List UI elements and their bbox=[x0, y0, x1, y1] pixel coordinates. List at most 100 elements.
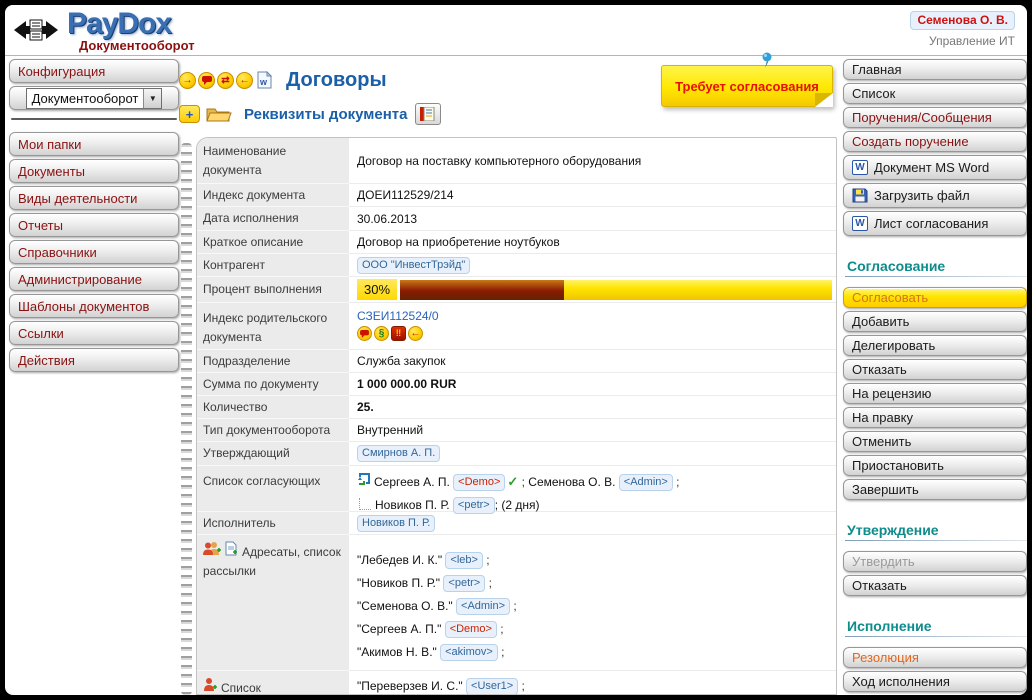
field-row-due-date: Дата исполнения 30.06.2013 bbox=[197, 207, 836, 231]
recipient-login-tag[interactable]: <leb> bbox=[445, 552, 483, 569]
section-title: Реквизиты документа bbox=[244, 106, 407, 123]
sidebar-item-directories[interactable]: Справочники bbox=[9, 240, 179, 264]
sidebar-item-label: Документы bbox=[18, 164, 85, 179]
recipient-login-tag[interactable]: <petr> bbox=[443, 575, 485, 592]
field-label: Подразделение bbox=[197, 350, 349, 373]
nav-msword-document-button[interactable]: W Документ MS Word bbox=[843, 155, 1027, 180]
execution-progress-button[interactable]: Ход исполнения bbox=[843, 671, 1027, 692]
nav-label: Создать поручение bbox=[852, 134, 969, 149]
status-note[interactable]: Требует согласования bbox=[661, 65, 833, 107]
field-row-amount: Сумма по документу 1 000 000.00 RUR bbox=[197, 373, 836, 396]
recipient-name: "Акимов Н. В." bbox=[357, 645, 437, 659]
comment-bubble-glyph bbox=[202, 76, 212, 85]
cancel-button[interactable]: Отменить bbox=[843, 431, 1027, 452]
dropdown-arrow-icon[interactable]: ▼ bbox=[143, 89, 161, 108]
back-arrow-icon[interactable]: ← bbox=[408, 326, 423, 341]
parent-index-link[interactable]: СЗЕИ112524/0 bbox=[357, 309, 439, 323]
nav-list-button[interactable]: Список bbox=[843, 83, 1027, 104]
field-value-parent-index: СЗЕИ112524/0 § ‼ ← bbox=[349, 303, 836, 350]
field-value-doc-index: ДОЕИ112529/214 bbox=[349, 184, 836, 207]
comment-icon[interactable] bbox=[357, 326, 372, 341]
recipient-name: "Семенова О. В." bbox=[357, 599, 453, 613]
agree-button[interactable]: Согласовать bbox=[843, 287, 1027, 308]
approver-tag[interactable]: Смирнов А. П. bbox=[357, 445, 440, 462]
field-label: Список согласующих bbox=[197, 466, 349, 512]
collapse-panel-button[interactable] bbox=[13, 13, 59, 47]
sidebar-item-my-folders[interactable]: Мои папки bbox=[9, 132, 179, 156]
sidebar-item-documents[interactable]: Документы bbox=[9, 159, 179, 183]
action-label: Резолюция bbox=[852, 650, 919, 665]
comment-bubble-glyph bbox=[360, 330, 369, 338]
nav-upload-file-button[interactable]: Загрузить файл bbox=[843, 183, 1027, 208]
field-label: Контрагент bbox=[197, 254, 349, 277]
acquaint-login-tag[interactable]: <User1> bbox=[466, 678, 518, 695]
word-doc-glyph: w bbox=[257, 71, 272, 89]
sidebar-item-administration[interactable]: Администрирование bbox=[9, 267, 179, 291]
delegate-button[interactable]: Делегировать bbox=[843, 335, 1027, 356]
field-value-agreers: Сергеев А. П. <Demo>✓ Семенова О. В. <Ad… bbox=[349, 466, 836, 512]
suspend-button[interactable]: Приостановить bbox=[843, 455, 1027, 476]
field-value-approver: Смирнов А. П. bbox=[349, 442, 836, 466]
sidebar-item-reports[interactable]: Отчеты bbox=[9, 213, 179, 237]
recipient-login-tag[interactable]: <Admin> bbox=[456, 598, 510, 615]
approved-check-icon: ✓ bbox=[507, 474, 518, 489]
field-value-document-name: Договор на поставку компьютерного оборуд… bbox=[349, 138, 836, 184]
back-arrow-icon[interactable]: ← bbox=[236, 72, 253, 89]
field-label: Сумма по документу bbox=[197, 373, 349, 396]
agreer-login-tag[interactable]: <Admin> bbox=[619, 474, 673, 491]
refresh-icon[interactable]: ⇄ bbox=[217, 72, 234, 89]
nav-home-button[interactable]: Главная bbox=[843, 59, 1027, 80]
add-person-icon[interactable] bbox=[203, 677, 218, 692]
recipient-name: "Лебедев И. К." bbox=[357, 553, 442, 567]
current-user-badge[interactable]: Семенова О. В. bbox=[910, 11, 1015, 30]
section-heading-agreement: Согласование bbox=[847, 258, 1025, 274]
field-row-executor: Исполнитель Новиков П. Р. bbox=[197, 512, 836, 535]
configuration-button[interactable]: Конфигурация bbox=[9, 59, 179, 83]
action-label: Добавить bbox=[852, 314, 909, 329]
sidebar-item-actions[interactable]: Действия bbox=[9, 348, 179, 372]
sidebar-item-links[interactable]: Ссылки bbox=[9, 321, 179, 345]
approval-sheet-icon[interactable] bbox=[415, 103, 441, 125]
agreer-login-tag[interactable]: <Demo> bbox=[453, 474, 505, 491]
urgent-icon[interactable]: ‼ bbox=[391, 326, 406, 341]
sidebar-item-activity-types[interactable]: Виды деятельности bbox=[9, 186, 179, 210]
executor-tag[interactable]: Новиков П. Р. bbox=[357, 515, 435, 532]
finish-button[interactable]: Завершить bbox=[843, 479, 1027, 500]
word-export-icon[interactable]: w bbox=[257, 71, 272, 89]
refuse-button[interactable]: Отказать bbox=[843, 359, 1027, 380]
approval-refuse-button[interactable]: Отказать bbox=[843, 575, 1027, 596]
to-review-button[interactable]: На рецензию bbox=[843, 383, 1027, 404]
section-underline bbox=[845, 636, 1027, 637]
field-row-approver: Утверждающий Смирнов А. П. bbox=[197, 442, 836, 466]
recipient-login-tag[interactable]: <Demo> bbox=[445, 621, 497, 638]
field-label: Процент выполнения bbox=[197, 277, 349, 303]
acquaint-label-text: Список ознакомления с д-том bbox=[203, 681, 326, 695]
note-fold bbox=[815, 93, 833, 107]
recipient-login-tag[interactable]: <akimov> bbox=[440, 644, 498, 661]
add-people-icon[interactable] bbox=[203, 541, 222, 556]
folder-open-icon[interactable] bbox=[206, 105, 232, 123]
forward-arrow-icon[interactable]: → bbox=[179, 72, 196, 89]
to-edit-button[interactable]: На правку bbox=[843, 407, 1027, 428]
paragraph-icon[interactable]: § bbox=[374, 326, 389, 341]
nav-assignments-button[interactable]: Поручения/Сообщения bbox=[843, 107, 1027, 128]
sidebar-item-document-templates[interactable]: Шаблоны документов bbox=[9, 294, 179, 318]
configuration-select[interactable]: Документооборот ▼ bbox=[26, 88, 163, 109]
book-glyph bbox=[420, 107, 436, 121]
field-label: Индекс родительского документа bbox=[197, 303, 349, 350]
nav-create-assignment-button[interactable]: Создать поручение bbox=[843, 131, 1027, 152]
action-label: Утвердить bbox=[852, 554, 915, 569]
resolution-button[interactable]: Резолюция bbox=[843, 647, 1027, 668]
field-value-short-desc: Договор на приобретение ноутбуков bbox=[349, 231, 836, 254]
add-document-icon[interactable] bbox=[225, 541, 238, 556]
paydox-logo[interactable]: PayDox Документооборот bbox=[67, 7, 195, 53]
comment-icon[interactable] bbox=[198, 72, 215, 89]
counterparty-tag[interactable]: ООО "ИнвестТрэйд" bbox=[357, 257, 470, 274]
cycle-icon[interactable] bbox=[357, 472, 371, 486]
add-button[interactable]: + bbox=[179, 105, 200, 123]
progress-percent-label: 30% bbox=[357, 279, 397, 301]
add-agreer-button[interactable]: Добавить bbox=[843, 311, 1027, 332]
nav-label: Главная bbox=[852, 62, 901, 77]
nav-approval-sheet-button[interactable]: W Лист согласования bbox=[843, 211, 1027, 236]
nav-label: Загрузить файл bbox=[874, 188, 970, 203]
